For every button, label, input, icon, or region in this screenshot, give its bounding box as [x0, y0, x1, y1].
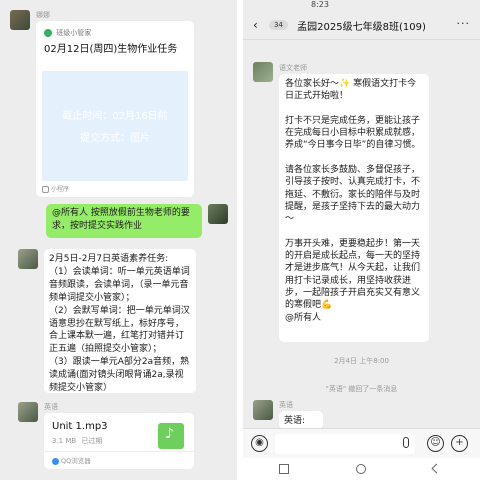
sender-avatar[interactable] — [253, 400, 273, 420]
self-avatar[interactable] — [208, 204, 228, 224]
more-options-icon[interactable]: ··· — [457, 17, 471, 30]
sender-avatar[interactable] — [10, 10, 30, 30]
sender-avatar[interactable] — [18, 402, 38, 422]
file-message-card[interactable]: Unit 1.mp3 3.1 MB 已过期 QQ浏览器 — [44, 413, 194, 469]
submit-mode-text: 提交方式：图片 — [80, 133, 150, 144]
mic-icon[interactable] — [403, 437, 409, 448]
browser-icon — [52, 457, 59, 465]
file-source: QQ浏览器 — [52, 455, 91, 465]
file-meta: 3.1 MB 已过期 — [52, 436, 102, 446]
card-image: 截止时间：02月16日前 提交方式：图片 — [42, 71, 188, 181]
emoji-icon[interactable]: ☺ — [427, 435, 444, 452]
app-logo-icon — [44, 29, 52, 37]
file-name: Unit 1.mp3 — [52, 421, 108, 432]
timestamp: 2月4日 上午8:00 — [334, 357, 389, 365]
english-message-text: 英语: — [284, 416, 306, 426]
sender-name: 英语 — [44, 403, 58, 411]
card-header-label: 班级小管家 — [56, 29, 92, 37]
message-input[interactable] — [275, 434, 415, 454]
recall-notice: "英语" 撤回了一条消息 — [325, 385, 398, 393]
mini-program-card[interactable]: 班级小管家 02月12日(周四)生物作业任务 截止时间：02月16日前 提交方式… — [36, 21, 194, 197]
chat-title: 孟园2025级七年级8班(109) — [297, 22, 426, 33]
add-more-icon[interactable]: + — [451, 435, 468, 452]
system-nav-bar — [243, 458, 480, 480]
left-chat-screenshot: 娜娜 班级小管家 02月12日(周四)生物作业任务 截止时间：02月16日前 提… — [0, 0, 237, 480]
english-task-message[interactable]: 2月5日-2月7日英语素养任务: （1）会读单词：听一单元英语单词音频跟读，会读… — [44, 249, 196, 393]
self-message-bubble[interactable]: @所有人 按照放假前生物老师的要求，按时提交实践作业 — [46, 204, 202, 238]
mini-program-icon — [42, 186, 49, 193]
mini-program-tag: 小程序 — [42, 184, 69, 193]
status-bar: 8:23 — [243, 0, 480, 12]
voice-input-icon[interactable]: ◉ — [251, 435, 268, 452]
status-time: 8:23 — [311, 0, 329, 9]
file-size: 3.1 MB — [52, 437, 77, 445]
sender-avatar[interactable] — [253, 62, 273, 82]
mini-program-label: 小程序 — [51, 186, 70, 193]
file-source-label: QQ浏览器 — [61, 457, 91, 465]
right-chat-screenshot: 8:23 ‹ 34 孟园2025级七年级8班(109) ··· 语文老师 各位家… — [243, 0, 480, 480]
sender-name: 英语 — [279, 401, 293, 409]
sender-name: 语文老师 — [279, 64, 307, 72]
teacher-message-bubble[interactable]: 各位家长好～✨ 寒假语文打卡今日正式开始啦！ 打卡不只是完成任务，更能让孩子在完… — [279, 74, 429, 342]
chat-header: ‹ 34 孟园2025级七年级8班(109) ··· — [243, 12, 480, 40]
file-status: 已过期 — [81, 437, 103, 445]
card-title: 02月12日(周四)生物作业任务 — [44, 44, 178, 55]
sender-name: 娜娜 — [36, 11, 50, 19]
card-header: 班级小管家 — [44, 28, 91, 38]
back-icon[interactable] — [431, 463, 442, 474]
sender-avatar[interactable] — [18, 249, 38, 269]
input-bar: ◉ ☺ + — [243, 428, 480, 458]
audio-file-icon — [158, 423, 184, 449]
deadline-text: 截止时间：02月16日前 — [62, 111, 168, 122]
home-icon[interactable] — [356, 464, 366, 474]
recent-apps-icon[interactable] — [279, 464, 289, 474]
english-message-bubble[interactable]: 英语: — [279, 411, 323, 429]
